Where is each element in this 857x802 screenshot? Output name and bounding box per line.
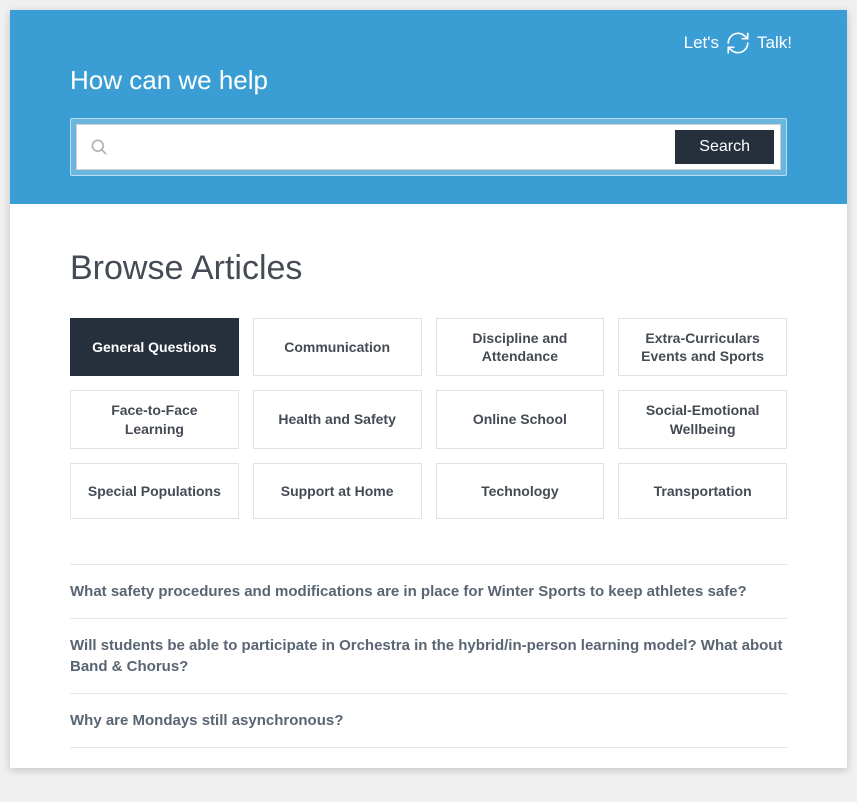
category-card[interactable]: Face-to-Face Learning [70,390,239,448]
category-card[interactable]: Extra-Curriculars Events and Sports [618,318,787,376]
category-card[interactable]: Special Populations [70,463,239,519]
category-label: Technology [481,482,559,500]
category-card[interactable]: Communication [253,318,422,376]
category-label: Extra-Curriculars Events and Sports [631,329,774,365]
category-label: Support at Home [281,482,394,500]
hero-header: Let's Talk! How can we help [10,10,847,204]
category-label: Communication [284,338,390,356]
search-input[interactable] [119,125,675,169]
category-card[interactable]: Social-Emotional Wellbeing [618,390,787,448]
content-area: Browse Articles General Questions Communi… [10,204,847,768]
search-button[interactable]: Search [675,130,774,164]
category-label: Social-Emotional Wellbeing [631,401,774,437]
search-wrapper: Search [70,118,787,176]
lets-talk-link[interactable]: Let's Talk! [684,30,792,56]
category-label: Health and Safety [278,410,395,428]
category-label: General Questions [92,338,216,356]
article-item[interactable]: Will students be able to participate in … [70,619,787,694]
article-list: What safety procedures and modifications… [70,564,787,748]
search-icon [89,137,109,157]
category-card[interactable]: Health and Safety [253,390,422,448]
category-card[interactable]: Support at Home [253,463,422,519]
article-item[interactable]: What safety procedures and modifications… [70,565,787,619]
category-card[interactable]: Online School [436,390,605,448]
chat-refresh-icon [725,30,751,56]
page-container: Let's Talk! How can we help [10,10,847,768]
category-card[interactable]: General Questions [70,318,239,376]
category-label: Face-to-Face Learning [83,401,226,437]
category-card[interactable]: Transportation [618,463,787,519]
category-label: Special Populations [88,482,221,500]
category-label: Discipline and Attendance [449,329,592,365]
browse-title: Browse Articles [70,249,787,288]
category-grid: General Questions Communication Discipline… [70,318,787,519]
article-item[interactable]: Why are Mondays still asynchronous? [70,694,787,748]
lets-talk-suffix: Talk! [757,33,792,53]
category-label: Online School [473,410,567,428]
category-label: Transportation [654,482,752,500]
search-bar: Search [76,124,781,170]
lets-talk-prefix: Let's [684,33,719,53]
category-card[interactable]: Discipline and Attendance [436,318,605,376]
category-card[interactable]: Technology [436,463,605,519]
hero-title: How can we help [70,65,787,96]
